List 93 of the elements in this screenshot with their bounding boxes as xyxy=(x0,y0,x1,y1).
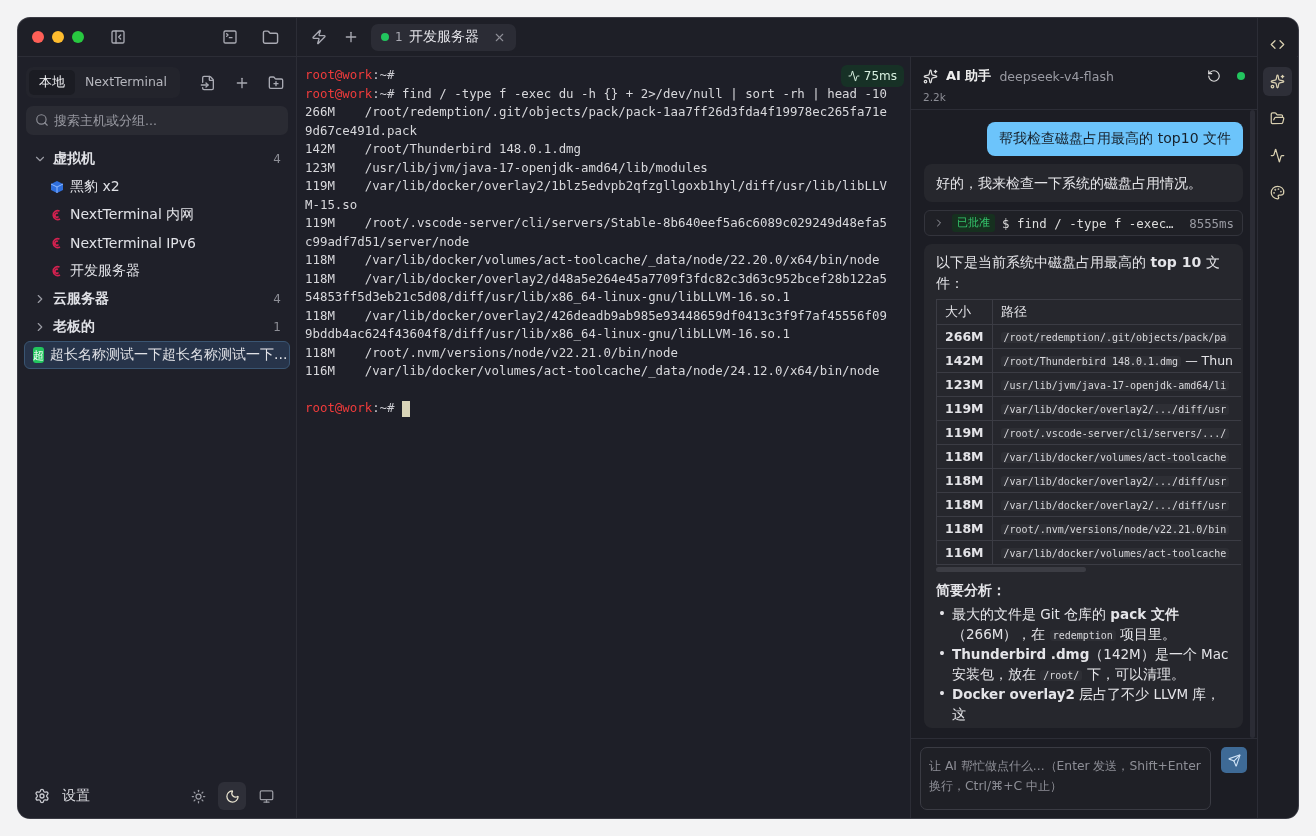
search-icon xyxy=(35,113,49,127)
settings-label[interactable]: 设置 xyxy=(62,787,90,805)
column-header: 路径 xyxy=(992,299,1242,325)
table-cell: 123M xyxy=(936,372,993,397)
user-message: 帮我检查磁盘占用最高的 top10 文件 xyxy=(987,122,1243,156)
bullet-marker: • xyxy=(938,684,946,704)
token-count: 2.2k xyxy=(923,91,947,103)
column-header: 大小 xyxy=(936,299,993,325)
output-line: 9bddb4ac624f43604f8/diff/usr/lib/x86_64-linux-gnu/libLLVM-16.so.1 xyxy=(305,325,790,343)
group-row[interactable]: 老板的 1 xyxy=(24,313,290,341)
output-line: 119M /root/.vscode-server/cli/servers/Stable-8b640eef5a6c6089c029249d48efa5 xyxy=(305,214,887,232)
output-line: 118M /var/lib/docker/overlay2/d48a5e264e45a7709f3fdc82c3d63c952bcef28b122a5 xyxy=(305,269,887,288)
output-line: M-15.so xyxy=(305,195,358,214)
table-cell: 119M xyxy=(936,396,993,421)
tab-number: 1 xyxy=(395,30,403,44)
table-cell: /var/lib/docker/volumes/act-toolcache xyxy=(992,444,1242,469)
host-item[interactable]: 黑豹 x2 xyxy=(24,173,290,201)
group-count: 1 xyxy=(273,320,281,334)
prompt-line: root@work:~# find / -type f -exec du -h {} + 2>/dev/null | sort -rh | head -10 xyxy=(305,84,887,103)
tool-command: $ find / -type f -exec… xyxy=(1002,215,1175,231)
minimize-window-button[interactable] xyxy=(52,31,64,43)
tool-call[interactable]: 已批准 $ find / -type f -exec… 8555ms xyxy=(924,210,1243,237)
sidebar-tab[interactable]: NextTerminal xyxy=(75,70,177,95)
host-item[interactable]: NextTerminal IPv6 xyxy=(24,229,290,257)
bullet-marker: • xyxy=(938,604,946,624)
prompt-line: root@work:~# xyxy=(305,399,410,418)
table-cell: 118M xyxy=(936,468,993,493)
tab-title: 开发服务器 xyxy=(408,28,479,46)
table-cell: 142M xyxy=(936,348,993,373)
group-label: 虚拟机 xyxy=(53,150,96,168)
table-cell: 118M xyxy=(936,444,993,469)
assistant-title: AI 助手 xyxy=(946,67,992,85)
moon-icon[interactable] xyxy=(218,782,246,810)
assistant-message: 好的，我来检查一下系统的磁盘占用情况。 xyxy=(924,164,1243,203)
table-cell: /var/lib/docker/overlay2/.../diff/usr xyxy=(992,468,1242,493)
output-line: 123M /usr/lib/jvm/java-17-openjdk-amd64/lib/modules xyxy=(305,158,708,177)
table-cell: 118M xyxy=(936,492,993,517)
session-tab[interactable]: 1 开发服务器 xyxy=(371,23,516,51)
model-name[interactable]: deepseek-v4-flash xyxy=(999,68,1114,84)
sparkles-icon xyxy=(923,68,938,84)
group-count: 4 xyxy=(273,152,281,166)
settings-icon[interactable] xyxy=(34,788,50,804)
sparkles-icon[interactable] xyxy=(1263,67,1292,96)
output-line: 118M /root/.nvm/versions/node/v22.21.0/bin/node xyxy=(305,343,678,362)
send-icon xyxy=(1227,753,1241,767)
section-heading: 简要分析： xyxy=(936,580,1007,600)
table-cell: 118M xyxy=(936,516,993,541)
group-row[interactable]: 云服务器 4 xyxy=(24,285,290,313)
output-line: 119M /var/lib/docker/overlay2/1blz5edvpb2qfzgllgoxb1hyl/diff/usr/lib/libLLV xyxy=(305,177,887,195)
bullet-text: Thunderbird .dmg（142M）是一个 Mac 安装包，放在 /root/ 下，可以清理。 xyxy=(951,645,1230,685)
host-badge: 超 xyxy=(33,347,44,363)
table-cell: /root/.nvm/versions/node/v22.21.0/bin xyxy=(992,516,1242,541)
output-line: 118M /var/lib/docker/volumes/act-toolcache/_data/node/22.20.0/x64/bin/node xyxy=(305,251,880,269)
group-count: 4 xyxy=(273,292,281,306)
host-item[interactable]: 开发服务器 xyxy=(24,257,290,285)
table-cell: /root/Thunderbird 148.0.1.dmg — Thun xyxy=(992,348,1242,373)
output-line: c99adf7d51/server/node xyxy=(305,232,470,251)
table-cell: /usr/lib/jvm/java-17-openjdk-amd64/li xyxy=(992,372,1242,397)
send-button[interactable] xyxy=(1221,747,1247,773)
table-cell: /root/.vscode-server/cli/servers/.../ xyxy=(992,420,1242,445)
reset-icon[interactable] xyxy=(1207,69,1221,83)
output-line: 118M /var/lib/docker/overlay2/426deadb9ab985e93448659df0413c3f9f7af45556f09 xyxy=(305,306,887,325)
bullet-text: Docker overlay2 层占了不少 LLVM 库，这 xyxy=(951,685,1222,725)
bullet-text: 最大的文件是 Git 仓库的 pack 文件（266M），在 redemption 项目里。 xyxy=(951,605,1180,645)
group-label: 老板的 xyxy=(53,318,96,336)
host-item[interactable]: NextTerminal 内网 xyxy=(24,201,290,229)
host-item[interactable]: 超 超长名称测试一下超长名称测试一下... xyxy=(24,341,290,369)
group-label: 云服务器 xyxy=(53,290,110,308)
table-cell: /var/lib/docker/overlay2/.../diff/usr xyxy=(992,396,1242,421)
table-cell: /var/lib/docker/overlay2/.../diff/usr xyxy=(992,492,1242,517)
answer-intro: 以下是当前系统中磁盘占用最高的 top 10 文件： xyxy=(936,253,1221,293)
close-window-button[interactable] xyxy=(32,31,44,43)
chat-input[interactable]: 让 AI 帮忙做点什么...（Enter 发送，Shift+Enter 换行，Ctrl/⌘+C 中止） xyxy=(920,747,1211,810)
cube-icon xyxy=(50,180,64,194)
output-line: 54853ff5d3eb21c5d08/diff/usr/lib/x86_64-linux-gnu/libLLVM-16.so.1 xyxy=(305,288,790,306)
table-cell: 116M xyxy=(936,540,993,565)
table-cell: 266M xyxy=(936,324,993,349)
group-row[interactable]: 虚拟机 4 xyxy=(24,145,290,173)
prompt-line: root@work:~# xyxy=(305,66,395,84)
table-cell: 119M xyxy=(936,420,993,445)
output-line: 9d67ce491d.pack xyxy=(305,121,417,140)
output-line: 142M /root/Thunderbird 148.0.1.dmg xyxy=(305,140,581,158)
output-line: 116M /var/lib/docker/volumes/act-toolcache/_data/node/24.12.0/x64/bin/node xyxy=(305,362,880,380)
zoom-window-button[interactable] xyxy=(72,31,84,43)
sidebar-tab[interactable]: 本地 xyxy=(29,70,75,95)
tool-duration: 8555ms xyxy=(1189,215,1234,231)
status-badge: 已批准 xyxy=(952,214,995,233)
table-cell: /var/lib/docker/volumes/act-toolcache xyxy=(992,540,1242,565)
search-field[interactable]: 搜索主机或分组... xyxy=(26,106,288,135)
bullet-marker: • xyxy=(938,644,946,664)
output-line: 266M /root/redemption/.git/objects/pack/pack-1aa7ff26d3fda4f19978ec265fa71e xyxy=(305,103,887,121)
latency-badge: 75ms xyxy=(840,65,904,87)
table-cell: /root/redemption/.git/objects/pack/pa xyxy=(992,324,1242,349)
